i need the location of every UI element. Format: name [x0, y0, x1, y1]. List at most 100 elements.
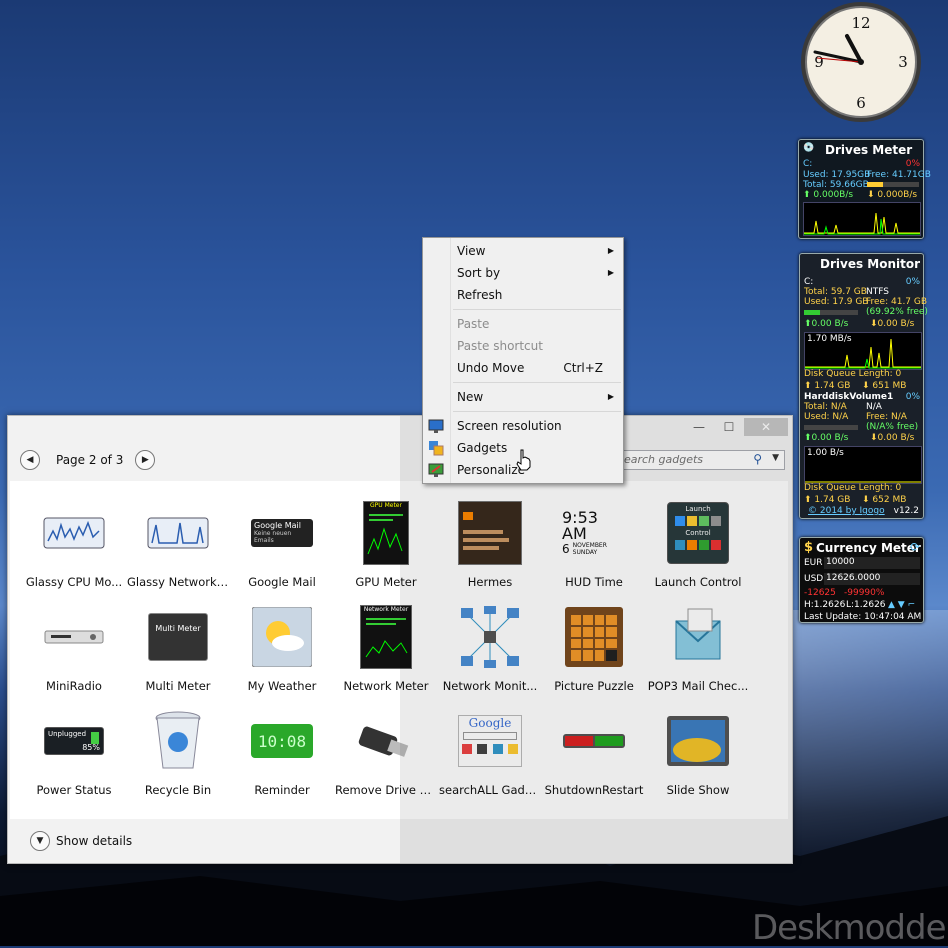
- target-currency[interactable]: USD: [804, 574, 823, 584]
- next-page-button[interactable]: ▶: [135, 450, 156, 470]
- menu-separator: [453, 411, 621, 412]
- gadget-item[interactable]: Unplugged 85% Power Status: [22, 709, 126, 813]
- gadget-item[interactable]: Slide Show: [646, 709, 750, 813]
- gadget-item[interactable]: Google searchALL Gadg...: [438, 709, 542, 813]
- currency-meter-gadget[interactable]: $ Currency Meter ⟳ EUR 10000 USD 12626.0…: [799, 537, 924, 623]
- high-value: H:1.2626: [804, 600, 846, 610]
- search-input[interactable]: [615, 452, 739, 467]
- menu-item-screen-resolution[interactable]: Screen resolution: [423, 415, 623, 437]
- thumb-time: 9:53 AM: [562, 508, 598, 543]
- miniradio-thumbnail: [42, 605, 106, 669]
- volume-name: HarddiskVolume1: [804, 392, 894, 402]
- download-rate: ⬇ 0.000B/s: [867, 190, 918, 200]
- gadget-title: Currency Meter: [816, 541, 921, 555]
- gadget-item[interactable]: Google Mail Keine neuen Emails Google Ma…: [230, 501, 334, 605]
- reminder-thumbnail: 10:08: [250, 709, 314, 773]
- upload-rate: ⬆ 0.000B/s: [803, 190, 854, 200]
- chevron-right-icon: ▶: [141, 455, 149, 465]
- gadget-item[interactable]: Glassy Network ...: [126, 501, 230, 605]
- weather-thumbnail: [250, 605, 314, 669]
- gadget-title: Drives Monitor: [820, 257, 921, 271]
- drive-total: Total: 59.66GB: [803, 180, 869, 190]
- gadget-item[interactable]: 10:08 Reminder: [230, 709, 334, 813]
- maximize-button[interactable]: ☐: [714, 418, 744, 436]
- show-details-toggle[interactable]: ▼ Show details: [30, 831, 132, 851]
- base-currency[interactable]: EUR: [804, 558, 823, 568]
- launch-control-thumbnail: Launch Control: [666, 501, 730, 565]
- base-amount: 10000: [826, 557, 855, 567]
- gpu-meter-thumbnail: GPU Meter: [354, 501, 418, 565]
- gadget-item[interactable]: Recycle Bin: [126, 709, 230, 813]
- graph-scale: 1.70 MB/s: [807, 334, 852, 344]
- gadget-item[interactable]: POP3 Mail Chec...: [646, 605, 750, 709]
- gadget-item[interactable]: Launch Control Launch Control: [646, 501, 750, 605]
- gadget-grid: Glassy CPU Mo... Glassy Network ... Goog…: [22, 501, 750, 813]
- write-total: ⬇ 651 MB: [862, 381, 907, 391]
- target-amount-field: 12626.0000: [824, 573, 920, 585]
- gadget-item[interactable]: Remove Drive S...: [334, 709, 438, 813]
- gadget-item[interactable]: Network Monit...: [438, 605, 542, 709]
- gadget-item[interactable]: MiniRadio: [22, 605, 126, 709]
- analog-clock-gadget[interactable]: 12 3 6 9: [797, 0, 925, 124]
- window-controls: — ☐ ✕: [684, 418, 788, 436]
- volume-percent: 0%: [905, 392, 920, 402]
- low-value: L:1.2626: [846, 600, 886, 610]
- drive-letter: C:: [803, 159, 813, 169]
- last-update: Last Update: 10:47:04 AM: [804, 612, 922, 622]
- pop3-mail-thumbnail: [666, 605, 730, 669]
- drives-meter-gadget[interactable]: 💿 Drives Meter C: 0% Used: 17.95GB Free:…: [798, 139, 931, 239]
- remove-drive-thumbnail: [354, 709, 418, 773]
- clock-numeral-6: 6: [856, 94, 866, 112]
- gadget-name: searchALL Gadg...: [439, 783, 541, 797]
- base-amount-field[interactable]: 10000: [824, 557, 920, 569]
- menu-label: Gadgets: [457, 441, 508, 455]
- gadget-item[interactable]: Glassy CPU Mo...: [22, 501, 126, 605]
- menu-item-new[interactable]: New ▶: [423, 386, 623, 408]
- gadget-item[interactable]: Network Meter Network Meter: [334, 605, 438, 709]
- volume-free-percent: (N/A% free): [866, 422, 919, 432]
- watermark: Deskmodder.de: [752, 908, 948, 948]
- gadget-item[interactable]: Picture Puzzle: [542, 605, 646, 709]
- thumb-percent: 85%: [82, 743, 100, 752]
- drives-monitor-gadget[interactable]: Drives Monitor C: 0% Total: 59.7 GB NTFS…: [799, 253, 928, 519]
- gadget-item[interactable]: My Weather: [230, 605, 334, 709]
- menu-item-undo-move[interactable]: Undo Move Ctrl+Z: [423, 357, 623, 379]
- menu-label: View: [457, 244, 486, 258]
- menu-item-view[interactable]: View ▶: [423, 240, 623, 262]
- hand-cursor-icon: [516, 449, 531, 471]
- volume-usage-bar: [804, 425, 858, 430]
- menu-label: Sort by: [457, 266, 501, 280]
- gadget-item[interactable]: Hermes: [438, 501, 542, 605]
- page-navigator: ◀ Page 2 of 3 ▶: [20, 450, 156, 470]
- minimize-button[interactable]: —: [684, 418, 714, 436]
- chevron-down-icon[interactable]: ▼: [772, 453, 779, 463]
- menu-item-refresh[interactable]: Refresh: [423, 284, 623, 306]
- volume-read-total: ⬆ 1.74 GB: [804, 495, 851, 505]
- credit-link[interactable]: © 2014 by Igogo: [808, 506, 885, 516]
- gadget-item[interactable]: 9:53 AM 6 NOVEMBER SUNDAY HUD Time: [542, 501, 646, 605]
- previous-page-button[interactable]: ◀: [20, 450, 40, 470]
- drive-free: Free: 41.71GB: [867, 170, 931, 180]
- menu-label: Undo Move: [457, 361, 525, 375]
- gadget-item[interactable]: GPU Meter GPU Meter: [334, 501, 438, 605]
- shutdown-restart-thumbnail: [562, 709, 626, 773]
- download-rate: ⬇0.00 B/s: [870, 319, 915, 329]
- gadget-item[interactable]: Multi Meter Multi Meter: [126, 605, 230, 709]
- gadget-name: Glassy Network ...: [127, 575, 229, 589]
- menu-item-sort-by[interactable]: Sort by ▶: [423, 262, 623, 284]
- network-meter-thumbnail: Network Meter: [354, 605, 418, 669]
- drive-letter: C:: [804, 277, 814, 287]
- personalize-icon: [428, 463, 444, 477]
- gadget-item[interactable]: ShutdownRestart: [542, 709, 646, 813]
- gadget-title: Drives Meter: [825, 143, 913, 157]
- google-mail-thumbnail: Google Mail Keine neuen Emails: [250, 501, 314, 565]
- search-box: ⚲ ▼: [610, 450, 785, 470]
- volume-upload-rate: ⬆0.00 B/s: [804, 433, 849, 443]
- thumb-label: Google Mail: [254, 521, 302, 530]
- search-icon[interactable]: ⚲: [753, 452, 762, 466]
- gadget-name: Remove Drive S...: [335, 783, 437, 797]
- refresh-icon[interactable]: ⟳: [910, 540, 920, 554]
- close-button[interactable]: ✕: [744, 418, 788, 436]
- page-indicator: Page 2 of 3: [56, 453, 124, 467]
- expand-button[interactable]: ▼: [30, 831, 50, 851]
